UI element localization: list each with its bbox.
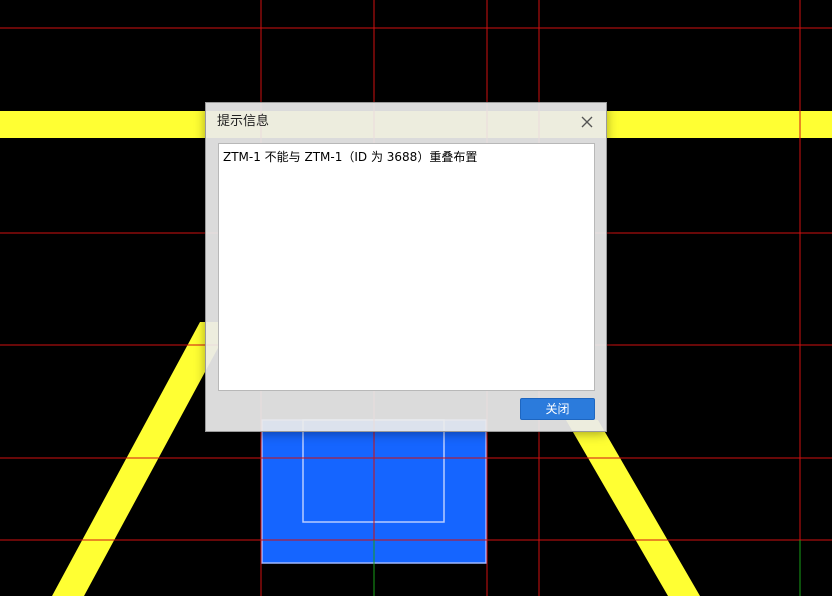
message-area[interactable]: ZTM-1 不能与 ZTM-1（ID 为 3688）重叠布置: [218, 143, 595, 391]
info-dialog: 提示信息 ZTM-1 不能与 ZTM-1（ID 为 3688）重叠布置 关闭: [205, 102, 607, 432]
message-text: ZTM-1 不能与 ZTM-1（ID 为 3688）重叠布置: [223, 150, 478, 164]
close-icon[interactable]: [578, 113, 596, 131]
close-button[interactable]: 关闭: [520, 398, 595, 420]
dialog-title: 提示信息: [217, 114, 270, 129]
close-icon-glyph: [581, 116, 593, 128]
